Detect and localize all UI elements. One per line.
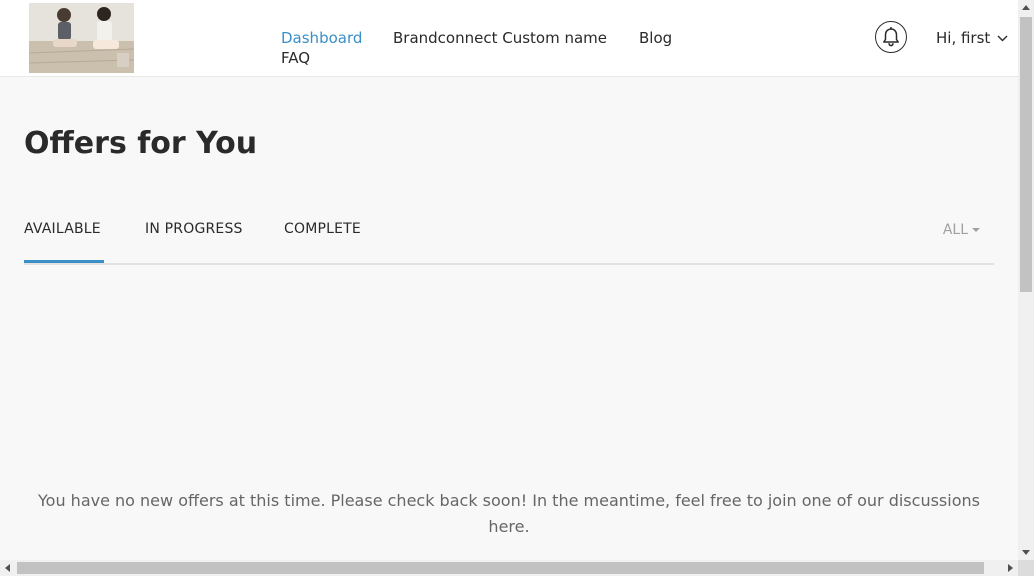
user-greeting: Hi, first xyxy=(936,29,991,47)
scroll-up-arrow-icon[interactable] xyxy=(1022,5,1030,10)
filter-selected-value: ALL xyxy=(942,222,968,238)
offer-filter-dropdown[interactable]: ALL xyxy=(943,222,980,238)
notifications-button[interactable] xyxy=(875,21,907,53)
user-menu[interactable]: Hi, first xyxy=(936,28,1008,48)
horizontal-scrollbar[interactable] xyxy=(0,560,1018,576)
nav-link-faq[interactable]: FAQ xyxy=(281,49,310,67)
nav-link-blog[interactable]: Blog xyxy=(639,29,672,47)
scrollbar-corner xyxy=(1018,560,1034,576)
tab-in-progress[interactable]: IN PROGRESS xyxy=(145,216,243,263)
vertical-scrollbar[interactable] xyxy=(1018,0,1034,560)
top-header: Dashboard Brandconnect Custom name Blog … xyxy=(0,0,1018,77)
offer-tabs: AVAILABLE IN PROGRESS COMPLETE ALL xyxy=(24,216,994,265)
nav-link-brandconnect[interactable]: Brandconnect Custom name xyxy=(393,29,607,47)
brand-logo-image[interactable] xyxy=(29,3,134,73)
chevron-down-icon xyxy=(997,35,1008,41)
empty-offers-message: You have no new offers at this time. Ple… xyxy=(38,491,980,536)
bell-icon xyxy=(883,27,899,47)
scroll-right-arrow-icon[interactable] xyxy=(1008,564,1013,572)
caret-down-icon xyxy=(972,228,980,232)
nav-link-dashboard[interactable]: Dashboard xyxy=(281,29,362,47)
tab-complete[interactable]: COMPLETE xyxy=(284,216,361,263)
horizontal-scrollbar-thumb[interactable] xyxy=(17,562,984,574)
tab-available[interactable]: AVAILABLE xyxy=(24,216,104,263)
scroll-down-arrow-icon[interactable] xyxy=(1022,550,1030,555)
scroll-left-arrow-icon[interactable] xyxy=(5,564,10,572)
vertical-scrollbar-thumb[interactable] xyxy=(1020,17,1032,292)
page-title: Offers for You xyxy=(24,126,258,161)
